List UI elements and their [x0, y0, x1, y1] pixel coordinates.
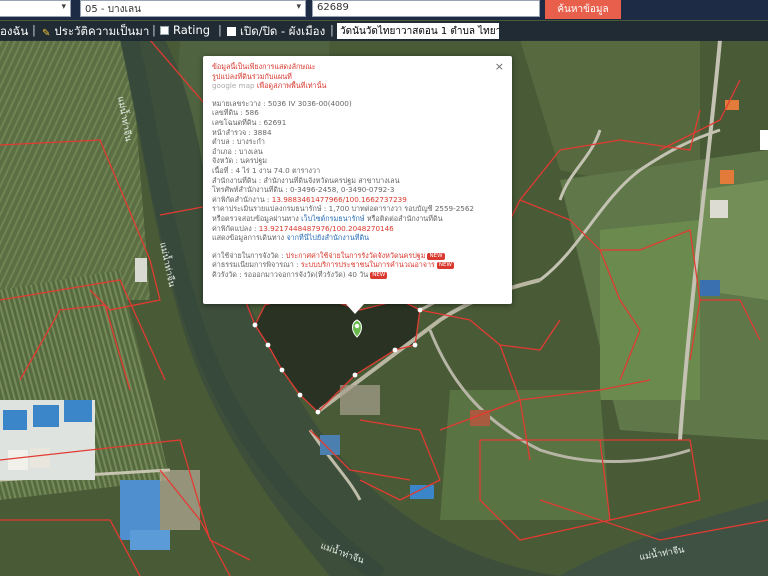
- treasury-website-link[interactable]: เว็บไซต์กรมธนารักษ์: [301, 214, 364, 223]
- info-label: อำเภอ :: [212, 146, 237, 156]
- info-row: ค่าใช้จ่ายในการจังวัด : ประกาศค่าใช้จ่าย…: [212, 251, 503, 261]
- layer-toolbar: องฉัน | ✎ ประวัติความเป็นมา | Rating | เป…: [0, 21, 768, 41]
- info-label: ราคาประเมินรายแปลงกรมธนารักษ์ :: [212, 204, 327, 214]
- info-row: เลขโฉนดที่ดิน : 62691: [212, 118, 503, 128]
- office-coordinate-link[interactable]: 13.9883461477966/100.1662737239: [272, 195, 407, 204]
- info-label: ค่าธรรมเนียมการพิจารณา :: [212, 260, 299, 270]
- info-value: นครปฐม: [240, 156, 268, 166]
- survey-fee-link[interactable]: ประกาศค่าใช้จ่ายในการรังวัดจังหวัดนครปฐม: [286, 251, 426, 260]
- info-label: จังหวัด :: [212, 156, 238, 166]
- info-row: ตำบล : บางระกำ: [212, 137, 503, 147]
- info-value: 4 ไร่ 1 งาน 74.0 ตารางวา: [235, 165, 321, 175]
- info-row: คิวรังวัด : รอออกมาวจอการจังวัด(ที่วรังว…: [212, 270, 503, 280]
- info-row: เนื้อที่ : 4 ไร่ 1 งาน 74.0 ตารางวา: [212, 166, 503, 176]
- info-label: หน้าสำรวจ :: [212, 127, 251, 137]
- info-row: หมายเลขระวาง : 5036 IV 3036-00(4000): [212, 99, 503, 109]
- info-row: เลขที่ดิน : 586: [212, 108, 503, 118]
- info-value: 586: [245, 108, 259, 118]
- info-row: อำเภอ : บางเลน: [212, 147, 503, 157]
- info-row: จังหวัด : นครปฐม: [212, 156, 503, 166]
- info-label: เลขที่ดิน :: [212, 108, 243, 118]
- info-row: ค่าธรรมเนียมการพิจารณา : ระบบบริการประชา…: [212, 260, 503, 270]
- info-value: 3884: [253, 127, 272, 137]
- toolbar-item-city-plan-label: เปิด/ปิด - ผังเมือง: [240, 24, 326, 38]
- notice-line: รูปแปลงที่ดินร่วมกับแผนที่: [212, 71, 292, 81]
- parcel-info-popup: × ข้อมูลนี้เป็นเพียงการแสดงลักษณะ รูปแปล…: [203, 56, 512, 314]
- search-bar: ▾ 05 - บางเลน ▾ 62689 ค้นหาข้อมูล: [0, 0, 768, 20]
- info-row: หรือตรวจสอบข้อมูลผ่านทาง เว็บไซต์กรมธนาร…: [212, 214, 503, 224]
- toolbar-item-my-land[interactable]: องฉัน: [0, 23, 28, 41]
- toolbar-item-city-plan[interactable]: เปิด/ปิด - ผังเมือง: [227, 23, 325, 41]
- history-icon: ✎: [42, 28, 51, 39]
- info-label: ตำบล :: [212, 137, 235, 147]
- info-label: เลขโฉนดที่ดิน :: [212, 117, 262, 127]
- info-value: 5036 IV 3036-00(4000): [267, 98, 352, 108]
- district-select[interactable]: 05 - บางเลน ▾: [80, 0, 306, 17]
- notice-line: ข้อมูลนี้เป็นเพียงการแสดงลักษณะ: [212, 62, 316, 71]
- info-row: แสดงข้อมูลการเดินทาง จากที่นี่ไปยังสำนัก…: [212, 233, 503, 243]
- chevron-down-icon: ▾: [296, 2, 301, 12]
- info-row: โทรศัพท์สำนักงานที่ดิน : 0-3496-2458, 0-…: [212, 185, 503, 195]
- route-link[interactable]: จากที่นี่ไปยังสำนักงานที่ดิน: [286, 233, 369, 242]
- new-badge: NEW: [427, 252, 445, 260]
- toolbar-item-rating[interactable]: Rating: [160, 23, 210, 37]
- info-label: เนื้อที่ :: [212, 165, 234, 175]
- notice-google: google map: [212, 81, 255, 91]
- separator: |: [218, 23, 222, 37]
- map-viewer: แม่น้ำท่าจีน แม่น้ำท่าจีน แม่น้ำท่าจีน แ…: [0, 0, 768, 576]
- search-button[interactable]: ค้นหาข้อมูล: [545, 0, 621, 19]
- info-value: สำนักงานที่ดินจังหวัดนครปฐม สาขาบางเลน: [263, 175, 400, 185]
- new-badge: NEW: [370, 271, 388, 279]
- info-row: ราคาประเมินรายแปลงกรมธนารักษ์ : 1,700 บา…: [212, 204, 503, 214]
- info-label: สำนักงานที่ดิน :: [212, 175, 262, 185]
- info-label: ค่าพิกัดแปลง :: [212, 223, 257, 233]
- notice-purpose: เพื่อดูสภาพพื้นที่เท่านั้น: [256, 81, 327, 91]
- address-field[interactable]: วัดนันวัดไทยาวาสตอน 1 ตำบล ไทยาวาส อำเภ: [337, 23, 499, 39]
- info-label: หมายเลขระวาง :: [212, 98, 266, 108]
- district-select-value: 05 - บางเลน: [85, 4, 141, 15]
- toolbar-item-history[interactable]: ✎ ประวัติความเป็นมา: [42, 23, 149, 41]
- rating-icon: [160, 26, 169, 35]
- toolbar-item-history-label: ประวัติความเป็นมา: [54, 24, 150, 38]
- separator: |: [152, 23, 156, 37]
- info-row: ค่าพิกัดสำนักงาน : 13.9883461477966/100.…: [212, 195, 503, 205]
- info-label: หรือติดต่อสำนักงานที่ดิน: [366, 213, 443, 223]
- close-icon[interactable]: ×: [495, 60, 504, 73]
- chevron-down-icon: ▾: [61, 2, 66, 12]
- info-value: 1,700 บาทต่อตารางวา รอบบัญชี 2559-2562: [328, 204, 475, 214]
- province-select[interactable]: ▾: [0, 0, 71, 17]
- info-value: บางเลน: [238, 146, 263, 156]
- info-row: ค่าพิกัดแปลง : 13.9217448487976/100.2048…: [212, 224, 503, 234]
- separator: |: [330, 23, 334, 37]
- toolbar-item-rating-label: Rating: [173, 23, 211, 37]
- info-label: แสดงข้อมูลการเดินทาง: [212, 233, 285, 243]
- info-value: บางระกำ: [236, 137, 265, 147]
- parcel-number-value: 62689: [317, 2, 349, 13]
- info-value: รอออกมาวจอการจังวัด(ที่วรังวัด) 40 วัน: [243, 269, 369, 279]
- notice-line: google map เพื่อดูสภาพพื้นที่เท่านั้น: [212, 81, 503, 91]
- info-label: หรือตรวจสอบข้อมูลผ่านทาง: [212, 213, 299, 223]
- parcel-coordinate-link[interactable]: 13.9217448487976/100.2048270146: [259, 224, 394, 233]
- new-badge: NEW: [436, 262, 454, 270]
- info-value: 0-3496-2458, 0-3490-0792-3: [289, 185, 395, 195]
- info-label: ค่าใช้จ่ายในการจังวัด :: [212, 250, 284, 260]
- info-row: หน้าสำรวจ : 3884: [212, 128, 503, 138]
- info-value: 62691: [263, 117, 287, 127]
- info-row: สำนักงานที่ดิน : สำนักงานที่ดินจังหวัดนค…: [212, 176, 503, 186]
- parcel-number-input[interactable]: 62689: [312, 0, 540, 17]
- toggle-icon: [227, 27, 236, 36]
- service-link[interactable]: ระบบบริการประชาชนในการคำนวณอาจาร: [301, 260, 435, 269]
- info-label: คิวรังวัด :: [212, 269, 242, 279]
- separator: |: [32, 23, 36, 37]
- info-label: โทรศัพท์สำนักงานที่ดิน :: [212, 185, 288, 195]
- info-label: ค่าพิกัดสำนักงาน :: [212, 194, 270, 204]
